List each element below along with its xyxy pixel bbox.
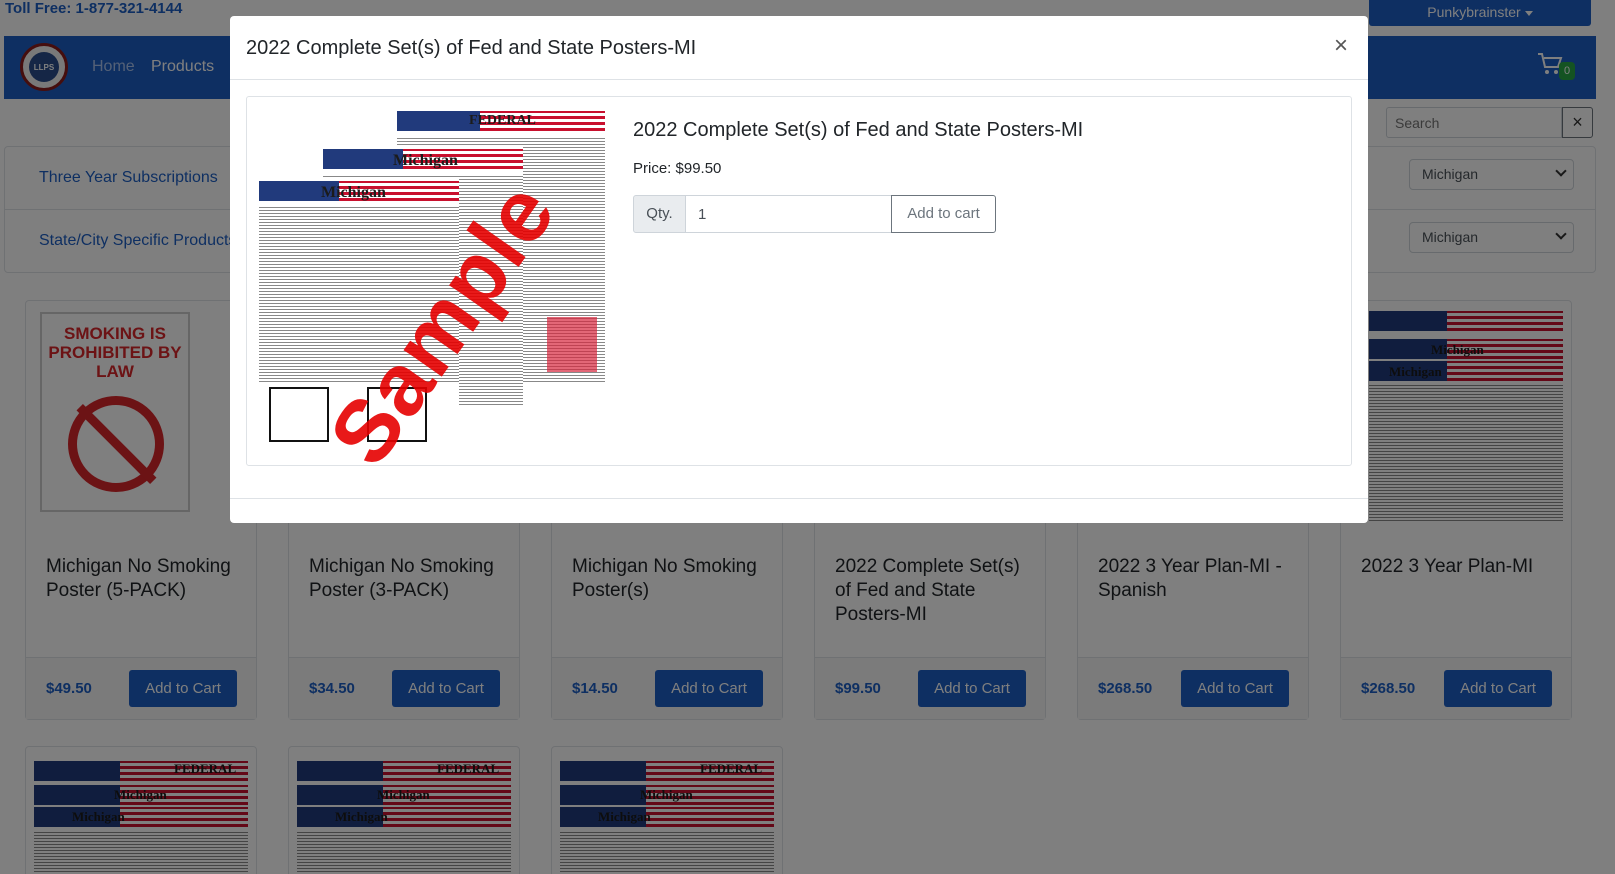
product-price: Price: $99.50 (633, 160, 722, 177)
modal-title: 2022 Complete Set(s) of Fed and State Po… (246, 37, 697, 59)
modal-body-card: FEDERAL Michigan Michigan Sample 2022 Co… (246, 96, 1352, 482)
poster-state-word: Michigan (393, 152, 458, 169)
close-icon[interactable]: × (1334, 34, 1348, 58)
product-modal: 2022 Complete Set(s) of Fed and State Po… (230, 16, 1368, 523)
modal-header: 2022 Complete Set(s) of Fed and State Po… (230, 16, 1368, 80)
quantity-input[interactable] (685, 195, 892, 233)
product-image-large: FEDERAL Michigan Michigan Sample (259, 107, 605, 482)
poster-federal-word: FEDERAL (469, 113, 536, 128)
modal-footer-divider (230, 498, 1368, 499)
quantity-label: Qty. (633, 195, 686, 233)
poster-state-word: Michigan (321, 184, 386, 201)
osha-figures-image (547, 317, 597, 372)
add-to-cart-button[interactable]: Add to cart (891, 195, 996, 233)
product-title: 2022 Complete Set(s) of Fed and State Po… (633, 119, 1084, 141)
